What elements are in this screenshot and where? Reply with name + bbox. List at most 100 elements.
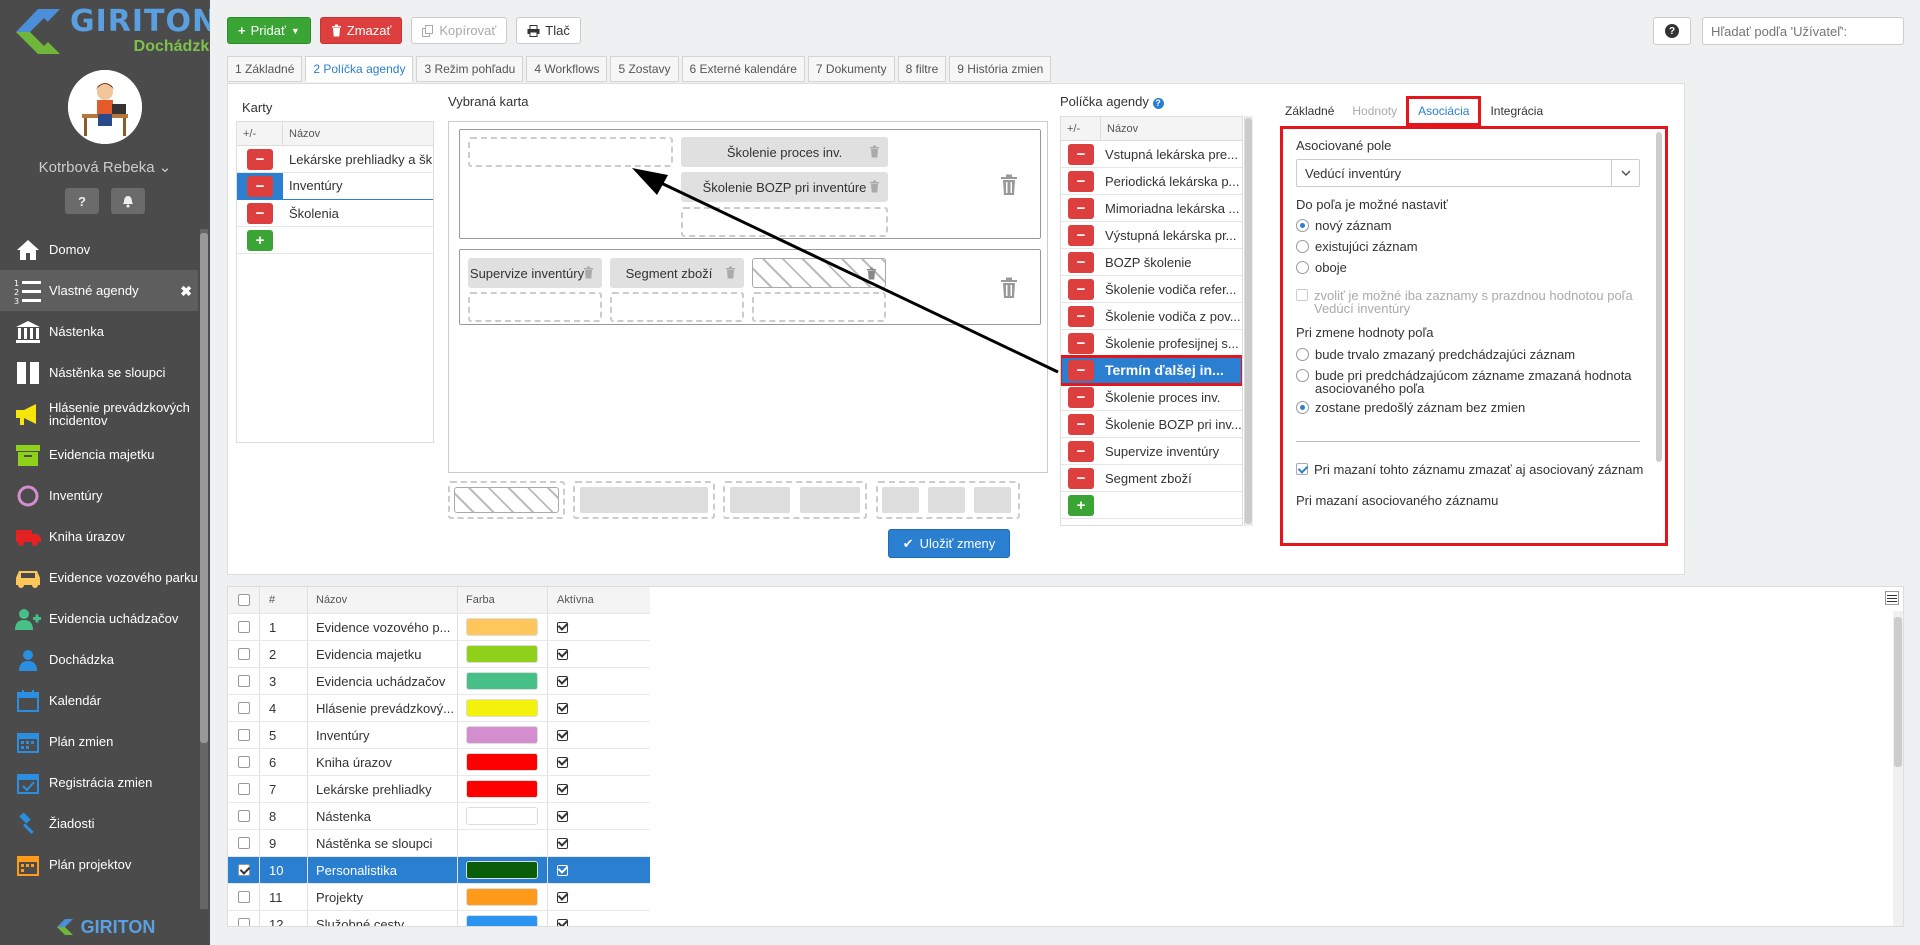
policka-row[interactable]: − Supervize inventúry xyxy=(1061,438,1242,465)
sidebar-item-7[interactable]: Kniha úrazov xyxy=(0,516,198,557)
add-card-button[interactable]: + xyxy=(247,229,273,251)
avatar[interactable] xyxy=(68,70,142,144)
detail-tab-2[interactable]: Asociácia xyxy=(1406,96,1482,126)
table-row[interactable]: 2 Evidencia majetku xyxy=(228,641,650,668)
tab-3[interactable]: 3 Režim pohľadu xyxy=(416,56,524,82)
help-circle-icon[interactable]: ? xyxy=(1152,98,1164,109)
detail-tab-1[interactable]: Hodnoty xyxy=(1343,96,1406,126)
table-row[interactable]: 9 Nástěnka se sloupci xyxy=(228,830,650,857)
remove-card-button[interactable]: − xyxy=(247,202,273,224)
row-checkbox[interactable] xyxy=(237,648,250,660)
remove-field-button[interactable]: − xyxy=(1068,467,1094,489)
field-chip-skolenie-proces[interactable]: Školenie proces inv. xyxy=(681,137,888,167)
remove-field-button[interactable]: − xyxy=(1068,224,1094,246)
panel-scrollbar[interactable] xyxy=(1656,132,1662,462)
remove-card-button[interactable]: − xyxy=(247,148,273,170)
remove-field-button[interactable]: − xyxy=(1068,386,1094,408)
radio-new-record[interactable]: nový záznam xyxy=(1296,219,1392,232)
sidebar-scrollbar-thumb[interactable] xyxy=(200,233,208,743)
table-row[interactable]: 11 Projekty xyxy=(228,884,650,911)
radio-keep-previous[interactable]: zostane predošlý záznam bez zmien xyxy=(1296,401,1525,414)
row-checkbox[interactable] xyxy=(237,918,250,926)
table-row[interactable]: 7 Lekárske prehliadky xyxy=(228,776,650,803)
policka-row[interactable]: − Periodická lekárska p... xyxy=(1061,168,1242,195)
remove-field-button[interactable]: − xyxy=(1068,359,1094,381)
remove-field-button[interactable]: − xyxy=(1068,413,1094,435)
trash-icon[interactable] xyxy=(866,267,877,280)
row-checkbox[interactable] xyxy=(237,675,250,687)
checkbox[interactable] xyxy=(1296,289,1308,301)
table-row[interactable]: 10 Personalistika xyxy=(228,857,650,884)
table-row[interactable]: 3 Evidencia uchádzačov xyxy=(228,668,650,695)
radio-dot[interactable] xyxy=(1296,369,1309,382)
row-checkbox[interactable] xyxy=(237,702,250,714)
detail-tab-3[interactable]: Integrácia xyxy=(1481,96,1552,126)
row-checkbox[interactable] xyxy=(237,891,250,903)
layout-option-3col[interactable] xyxy=(876,481,1020,519)
user-name[interactable]: Kotrbová Rebeka ⌄ xyxy=(0,158,210,176)
drop-slot[interactable] xyxy=(468,292,602,322)
sidebar-item-9[interactable]: Evidencia uchádzačov xyxy=(0,598,198,639)
policka-row[interactable]: − Školenie profesijnej s... xyxy=(1061,330,1242,357)
search-input[interactable] xyxy=(1702,17,1904,45)
table-row[interactable]: 8 Nástenka xyxy=(228,803,650,830)
radio-dot[interactable] xyxy=(1296,348,1309,361)
remove-card-button[interactable]: − xyxy=(247,175,273,197)
karty-row[interactable]: − Lekárske prehliadky a šk xyxy=(237,146,433,173)
table-row[interactable]: 5 Inventúry xyxy=(228,722,650,749)
card-row-2[interactable]: Supervize inventúry Segment zboží xyxy=(459,249,1041,325)
radio-existing-record[interactable]: existujúci záznam xyxy=(1296,240,1418,253)
table-row[interactable]: 1 Evidence vozového p... xyxy=(228,614,650,641)
tab-5[interactable]: 5 Zostavy xyxy=(610,56,679,82)
remove-field-button[interactable]: − xyxy=(1068,440,1094,462)
tab-4[interactable]: 4 Workflows xyxy=(526,56,608,82)
row-checkbox[interactable] xyxy=(237,864,250,876)
remove-field-button[interactable]: − xyxy=(1068,170,1094,192)
radio-dot[interactable] xyxy=(1296,219,1309,232)
delete-row-trash-icon[interactable] xyxy=(1000,174,1018,196)
table-row[interactable]: 6 Kniha úrazov xyxy=(228,749,650,776)
row-checkbox[interactable] xyxy=(237,810,250,822)
checkbox[interactable] xyxy=(1296,463,1308,475)
sidebar-item-15[interactable]: Plán projektov xyxy=(0,844,198,885)
col-name[interactable]: Názov xyxy=(308,587,458,613)
karty-row[interactable]: − Školenia xyxy=(237,200,433,227)
policka-row[interactable]: − Vstupná lekárska pre... xyxy=(1061,141,1242,168)
hamburger-menu-icon[interactable] xyxy=(1885,591,1899,605)
field-chip-supervize[interactable]: Supervize inventúry xyxy=(468,258,602,288)
tab-6[interactable]: 6 Externé kalendáre xyxy=(681,56,805,82)
policka-row[interactable]: − BOZP školenie xyxy=(1061,249,1242,276)
field-chip-segment[interactable]: Segment zboží xyxy=(610,258,744,288)
trash-icon[interactable] xyxy=(583,266,594,279)
radio-both[interactable]: oboje xyxy=(1296,261,1347,274)
policka-row[interactable]: − Školenie proces inv. xyxy=(1061,384,1242,411)
help-button[interactable]: ? xyxy=(65,188,99,214)
trash-icon[interactable] xyxy=(725,266,736,279)
row-checkbox[interactable] xyxy=(237,621,250,633)
policka-scrollbar-thumb[interactable] xyxy=(1245,118,1252,524)
sidebar-item-3[interactable]: Nástěnka se sloupci xyxy=(0,352,198,393)
policka-row[interactable]: − Výstupná lekárska pr... xyxy=(1061,222,1242,249)
policka-row[interactable]: − Termín ďalšej in... xyxy=(1061,355,1242,386)
sidebar-item-4[interactable]: Hlásenie prevádzkových incidentov xyxy=(0,393,198,434)
layout-option-1col-wide[interactable] xyxy=(573,481,715,519)
remove-field-button[interactable]: − xyxy=(1068,143,1094,165)
tab-1[interactable]: 1 Základné xyxy=(227,56,303,82)
assoc-field-select[interactable]: Vedúcí inventúry xyxy=(1296,159,1640,187)
logo[interactable]: GIRITON Dochádzka xyxy=(0,0,210,62)
policka-row[interactable]: − Školenie BOZP pri inv... xyxy=(1061,411,1242,438)
checkbox-delete-associated[interactable]: Pri mazaní tohto záznamu zmazať aj asoci… xyxy=(1296,463,1643,476)
add-field-button[interactable]: + xyxy=(1068,494,1094,516)
add-button[interactable]: + Pridať ▼ xyxy=(227,17,311,44)
policka-row[interactable]: − Segment zboží xyxy=(1061,465,1242,492)
sidebar-item-10[interactable]: Dochádzka xyxy=(0,639,198,680)
save-changes-button[interactable]: ✔ Uložiť zmeny xyxy=(888,529,1010,558)
search-help-button[interactable]: ? xyxy=(1653,17,1691,45)
sidebar-item-2[interactable]: Nástenka xyxy=(0,311,198,352)
print-button[interactable]: Tlač xyxy=(516,17,581,44)
detail-tab-0[interactable]: Základné xyxy=(1276,96,1343,126)
layout-option-2col[interactable] xyxy=(723,481,867,519)
radio-dot[interactable] xyxy=(1296,261,1309,274)
drop-slot[interactable] xyxy=(752,292,886,322)
delete-button[interactable]: Zmazať xyxy=(319,17,403,44)
